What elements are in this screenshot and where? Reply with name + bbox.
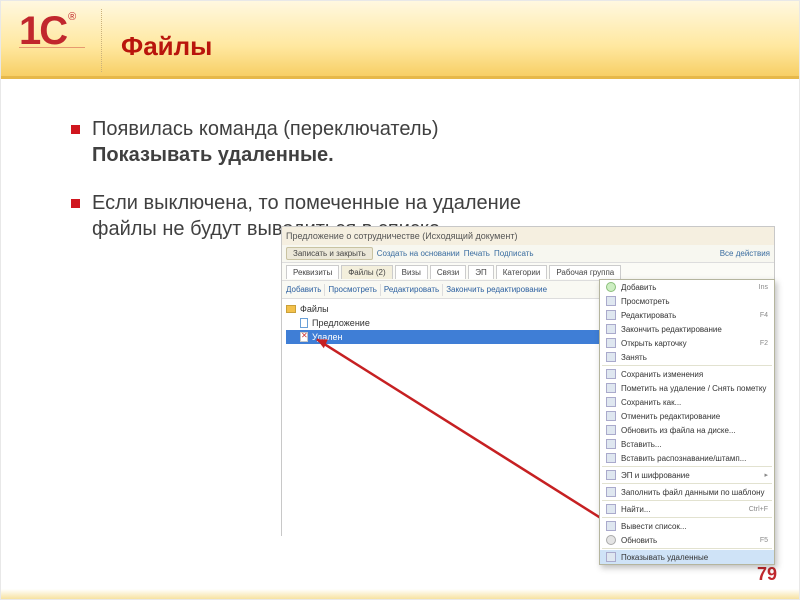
tab-categories[interactable]: Категории [496, 265, 548, 279]
menu-view[interactable]: Просмотреть [600, 294, 774, 308]
search-icon [606, 504, 616, 514]
print-button[interactable]: Печать [464, 249, 490, 258]
menu-paste[interactable]: Вставить... [600, 437, 774, 451]
page-title: Файлы [121, 31, 212, 62]
doc-icon [300, 318, 308, 328]
menu-open-card[interactable]: Открыть карточкуF2 [600, 336, 774, 350]
logo-underline-icon [19, 41, 85, 57]
app-toolbar: Записать и закрыть Создать на основании … [282, 245, 774, 263]
menu-save-changes[interactable]: Сохранить изменения [600, 367, 774, 381]
saveas-icon [606, 397, 616, 407]
menu-finish-edit[interactable]: Закончить редактирование [600, 322, 774, 336]
menu-separator [602, 466, 772, 467]
menu-separator [602, 483, 772, 484]
tab-ep[interactable]: ЭП [468, 265, 494, 279]
bullet-icon [71, 199, 80, 208]
lock-icon [606, 352, 616, 362]
tree-label: Файлы [300, 304, 329, 314]
bullet-item: Появилась команда (переключатель) Показы… [71, 116, 759, 168]
embedded-screenshot: Предложение о сотрудничестве (Исходящий … [281, 226, 775, 536]
menu-find[interactable]: Найти...Ctrl+F [600, 502, 774, 516]
menu-add[interactable]: ДобавитьIns [600, 280, 774, 294]
menu-separator [602, 365, 772, 366]
app-window-header: Предложение о сотрудничестве (Исходящий … [282, 227, 774, 245]
card-icon [606, 338, 616, 348]
folder-icon [286, 305, 296, 313]
menu-separator [602, 500, 772, 501]
tab-files[interactable]: Файлы (2) [341, 265, 392, 279]
all-actions-button[interactable]: Все действия [720, 249, 770, 258]
menu-show-deleted[interactable]: Показывать удаленные [600, 550, 774, 564]
delete-icon [606, 383, 616, 393]
cancel-icon [606, 411, 616, 421]
bullet-pre: Появилась команда (переключатель) [92, 118, 439, 140]
deleted-doc-icon [300, 332, 308, 342]
menu-save-as[interactable]: Сохранить как... [600, 395, 774, 409]
paste-icon [606, 439, 616, 449]
tree-item[interactable]: Предложение [286, 316, 607, 330]
finish-edit-button[interactable]: Закончить редактирование [446, 285, 547, 294]
menu-lock[interactable]: Занять [600, 350, 774, 364]
menu-edit[interactable]: РедактироватьF4 [600, 308, 774, 322]
view-button[interactable]: Просмотреть [328, 285, 377, 294]
menu-mark-delete[interactable]: Пометить на удаление / Снять пометку [600, 381, 774, 395]
tab-links[interactable]: Связи [430, 265, 466, 279]
context-menu: ДобавитьIns Просмотреть РедактироватьF4 … [599, 279, 775, 565]
save-close-button[interactable]: Записать и закрыть [286, 247, 373, 260]
template-icon [606, 487, 616, 497]
window-title: Предложение о сотрудничестве (Исходящий … [286, 231, 517, 241]
tab-details[interactable]: Реквизиты [286, 265, 339, 279]
stamp-icon [606, 453, 616, 463]
file-tree: Файлы Предложение Удален [282, 299, 612, 537]
logo-1c: 1C ® [19, 9, 87, 65]
edit-button[interactable]: Редактировать [384, 285, 439, 294]
bullet-text: Появилась команда (переключатель) Показы… [92, 116, 562, 168]
tree-label: Предложение [312, 318, 370, 328]
add-button[interactable]: Добавить [286, 285, 321, 294]
tree-item-selected[interactable]: Удален [286, 330, 607, 344]
tab-visas[interactable]: Визы [395, 265, 428, 279]
menu-update-from-disk[interactable]: Обновить из файла на диске... [600, 423, 774, 437]
refresh-icon [606, 535, 616, 545]
menu-ep[interactable]: ЭП и шифрование▸ [600, 468, 774, 482]
header-divider [101, 9, 102, 72]
page-number: 79 [757, 564, 777, 585]
toggle-icon [606, 552, 616, 562]
sign-button[interactable]: Подписать [494, 249, 534, 258]
tab-group[interactable]: Рабочая группа [549, 265, 621, 279]
menu-fill-template[interactable]: Заполнить файл данными по шаблону [600, 485, 774, 499]
create-based-button[interactable]: Создать на основании [377, 249, 460, 258]
footer-band [1, 589, 799, 599]
key-icon [606, 470, 616, 480]
add-icon [606, 282, 616, 292]
tree-root[interactable]: Файлы [286, 302, 607, 316]
refreshfile-icon [606, 425, 616, 435]
view-icon [606, 296, 616, 306]
list-icon [606, 521, 616, 531]
menu-refresh[interactable]: ОбновитьF5 [600, 533, 774, 547]
edit-icon [606, 310, 616, 320]
bullet-bold: Показывать удаленные. [92, 144, 334, 166]
logo-reg-icon: ® [68, 11, 76, 23]
tree-label: Удален [312, 332, 343, 342]
menu-separator [602, 517, 772, 518]
bullet-icon [71, 125, 80, 134]
header-band: 1C ® Файлы [1, 1, 799, 79]
save-icon [606, 369, 616, 379]
menu-cancel-edit[interactable]: Отменить редактирование [600, 409, 774, 423]
menu-separator [602, 548, 772, 549]
menu-insert-stamp[interactable]: Вставить распознавание/штамп... [600, 451, 774, 465]
finish-icon [606, 324, 616, 334]
menu-output-list[interactable]: Вывести список... [600, 519, 774, 533]
